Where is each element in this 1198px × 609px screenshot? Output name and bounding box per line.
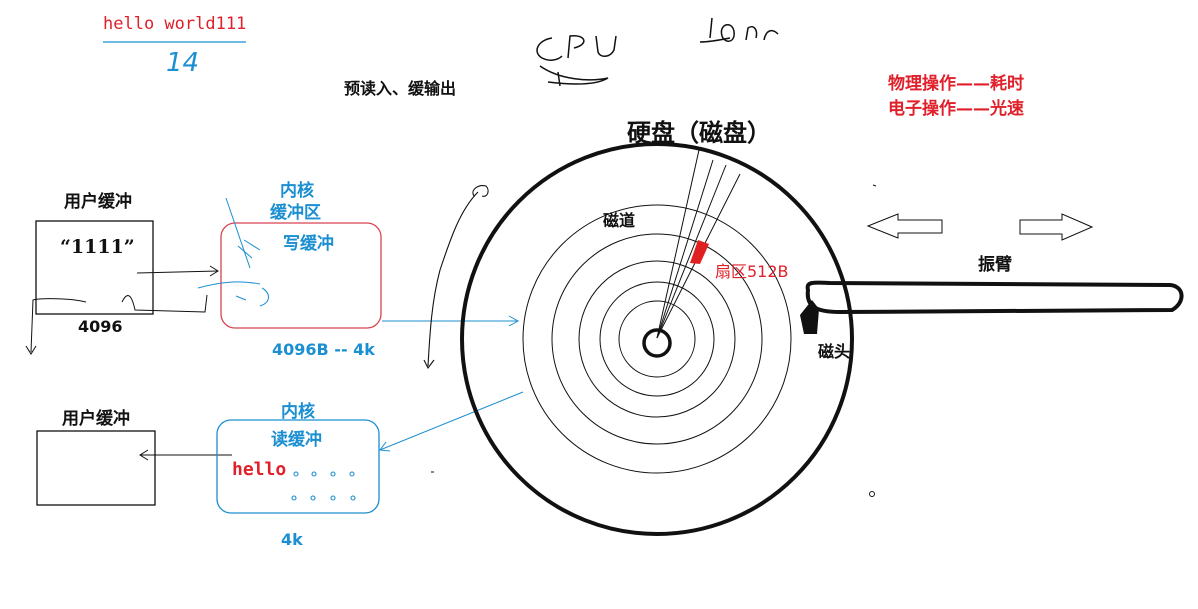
user-buffer-box-write	[35, 220, 154, 315]
down-hook-arrow	[25, 298, 87, 355]
read-write-head	[800, 300, 819, 334]
electronic-op-note: 电子操作——光速	[888, 99, 1024, 119]
disk-title: 硬盘（磁盘）	[627, 119, 771, 147]
cpu-scribble	[536, 35, 617, 87]
write-buffer-size: 4096B -- 4k	[272, 340, 375, 359]
kernel-buffer-label: 缓冲区	[270, 203, 321, 223]
track-ring	[578, 260, 736, 418]
arm-arrow-right	[1019, 213, 1094, 241]
track-ring	[618, 300, 696, 378]
disk-spindle	[642, 328, 672, 358]
stray-mark	[872, 184, 877, 187]
physical-op-note: 物理操作——耗时	[888, 74, 1024, 94]
track-ring	[522, 204, 792, 474]
hello-world-note: hello world111	[103, 14, 247, 34]
head-label: 磁头	[818, 342, 851, 361]
disk-platter	[460, 142, 854, 536]
actuator-arm	[805, 280, 1184, 315]
write-buffer-label: 写缓冲	[283, 234, 334, 254]
arrow-kernel-to-user	[139, 449, 232, 461]
readahead-note: 预读入、缓输出	[344, 79, 457, 98]
read-buffer-content: hello	[232, 459, 287, 480]
arm-label: 振臂	[978, 255, 1012, 275]
user-buffer-box-read	[36, 430, 156, 506]
read-buffer-label: 读缓冲	[271, 430, 322, 450]
arrow-write-to-disk	[382, 315, 520, 327]
stray-dot	[869, 491, 875, 497]
read-buffer-dots	[291, 471, 356, 501]
number-14-note: 14	[166, 48, 200, 78]
arrow-disk-to-read	[379, 391, 524, 452]
track-label: 磁道	[603, 211, 636, 230]
read-buffer-size: 4k	[281, 530, 303, 549]
kernel-label-read: 内核	[281, 402, 315, 422]
track-ring	[599, 281, 715, 397]
user-buffer-label-write: 用户缓冲	[64, 192, 132, 212]
swirl-double-arrow	[423, 185, 489, 370]
sector-label: 扇区512B	[715, 262, 789, 281]
highlighted-sector	[690, 240, 709, 264]
user-buffer-size: 4096	[78, 317, 123, 336]
return-curve	[121, 294, 208, 313]
user-buffer-label-read: 用户缓冲	[62, 409, 130, 429]
user-buffer-content: “1111”	[60, 236, 135, 258]
write-buffer-scribble	[197, 197, 269, 307]
arm-arrow-left	[866, 213, 943, 239]
arrow-user-to-kernel	[136, 265, 219, 277]
io-scribble	[699, 17, 779, 43]
